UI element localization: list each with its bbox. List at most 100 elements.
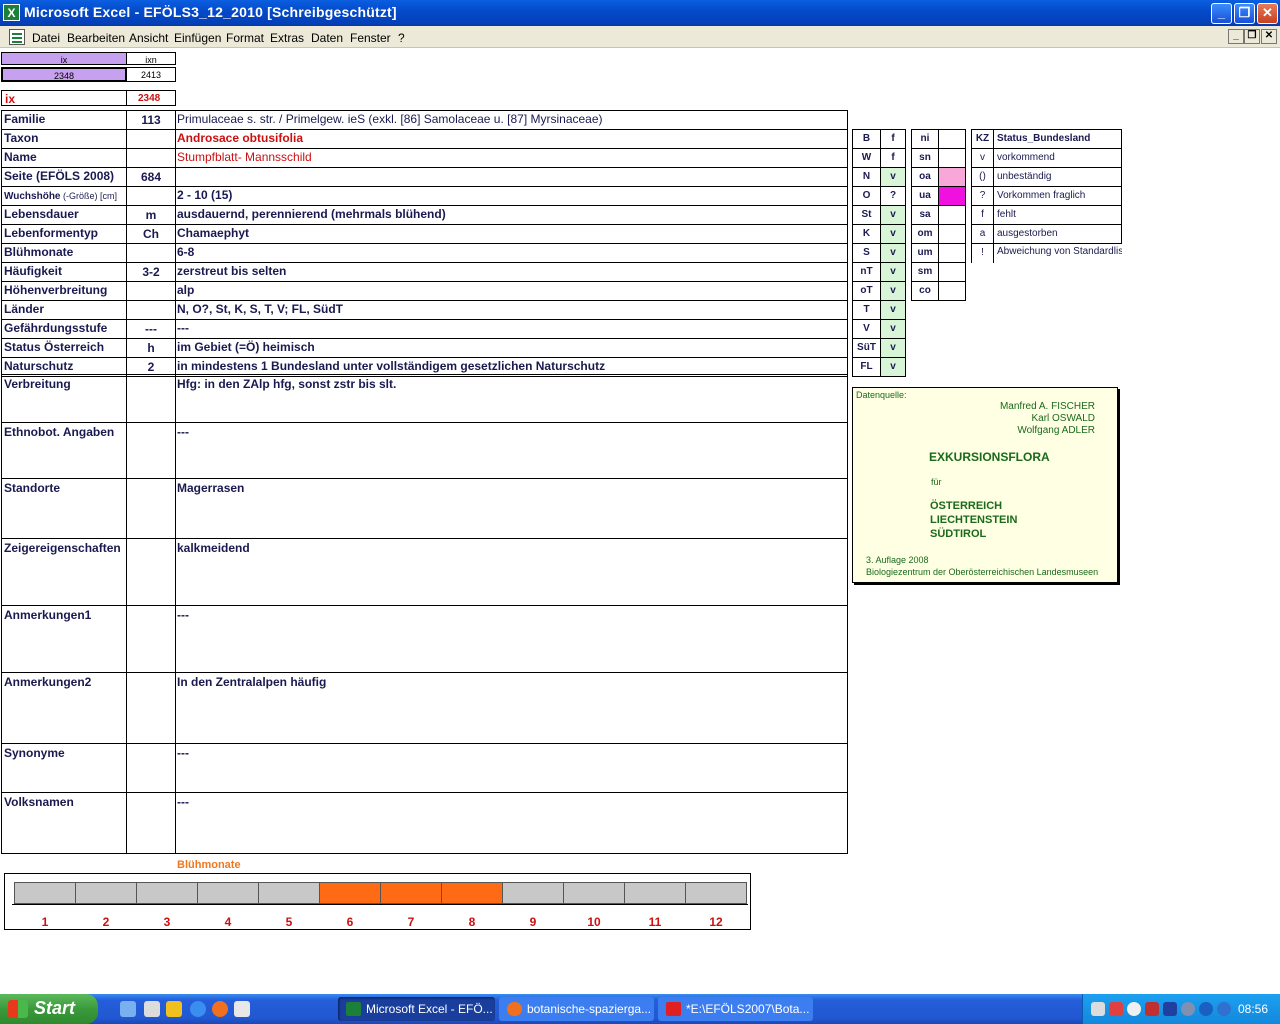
region-code[interactable]: um [911,243,939,263]
region-color-cell[interactable] [938,281,966,301]
menu-ansicht[interactable]: Ansicht [129,31,168,45]
close-button[interactable]: ✕ [1257,3,1278,24]
region-code[interactable]: ua [911,186,939,206]
row-label[interactable]: Taxon [1,129,127,149]
worksheet[interactable]: ix ixn 2348 2413 ix 2348 Familie 113 Primu… [0,49,1280,991]
state-code[interactable]: O [852,186,881,206]
row-label[interactable]: Name [1,148,127,168]
region-color-cell[interactable] [938,262,966,282]
menu-datei[interactable]: Datei [32,31,60,45]
tall-row-label[interactable]: Synonyme [1,743,127,793]
row-label[interactable]: Häufigkeit [1,262,127,282]
tall-row-value[interactable]: --- [175,605,848,673]
restore-button[interactable]: ❐ [1234,3,1255,24]
excel-app-icon[interactable]: X [3,4,20,21]
state-code[interactable]: oT [852,281,881,301]
state-status[interactable]: f [880,148,906,168]
antivirus-icon[interactable] [1145,1002,1159,1016]
ix-header[interactable]: ix [1,52,127,65]
quicklaunch-network-icon[interactable] [144,1001,160,1017]
menu-fenster[interactable]: Fenster [350,31,391,45]
tall-row-value[interactable]: kalkmeidend [175,538,848,606]
tall-row-code[interactable] [126,672,176,744]
ix-red-label[interactable]: ix [1,90,127,106]
row-value[interactable]: ausdauernd, perennierend (mehrmals blühe… [175,205,848,225]
row-label[interactable]: Blühmonate [1,243,127,263]
region-color-cell[interactable] [938,205,966,225]
menu-help[interactable]: ? [398,31,405,45]
region-code[interactable]: sa [911,205,939,225]
state-status[interactable]: v [880,281,906,301]
tall-row-label[interactable]: Volksnamen [1,792,127,854]
shield-icon[interactable] [1163,1002,1177,1016]
region-color-cell[interactable] [938,167,966,187]
state-code[interactable]: SüT [852,338,881,358]
tall-row-code[interactable] [126,374,176,423]
region-color-cell[interactable] [938,224,966,244]
task-firefox[interactable]: botanische-spazierga... [499,997,654,1021]
row-code[interactable]: 113 [126,110,176,130]
workbook-close-button[interactable]: ✕ [1261,29,1277,44]
workbook-restore-button[interactable]: ❐ [1244,29,1260,44]
menu-einfuegen[interactable]: Einfügen [174,31,221,45]
workbook-icon[interactable] [9,29,25,45]
row-code[interactable] [126,300,176,320]
region-color-cell[interactable] [938,129,966,149]
row-value[interactable]: 2 - 10 (15) [175,186,848,206]
state-code[interactable]: V [852,319,881,339]
tall-row-value[interactable]: Hfg: in den ZAlp hfg, sonst zstr bis slt… [175,374,848,423]
tall-row-code[interactable] [126,792,176,854]
minimize-button[interactable]: _ [1211,3,1232,24]
row-code[interactable]: --- [126,319,176,339]
row-label[interactable]: Familie [1,110,127,130]
start-button[interactable]: Start [0,994,98,1024]
row-code[interactable] [126,129,176,149]
tall-row-value[interactable]: --- [175,422,848,479]
state-status[interactable]: v [880,224,906,244]
row-code[interactable]: 684 [126,167,176,187]
volume-icon[interactable] [1217,1002,1231,1016]
row-label[interactable]: Lebensdauer [1,205,127,225]
row-value[interactable] [175,167,848,187]
ixn-value-cell[interactable]: 2413 [126,67,176,82]
ix-red-value[interactable]: 2348 [126,90,176,106]
row-code[interactable] [126,281,176,301]
security-icon[interactable] [1109,1002,1123,1016]
tall-row-label[interactable]: Verbreitung [1,374,127,423]
region-code[interactable]: sn [911,148,939,168]
region-color-cell[interactable] [938,186,966,206]
menu-daten[interactable]: Daten [311,31,343,45]
row-label[interactable]: Gefährdungsstufe [1,319,127,339]
ix-value-cell[interactable]: 2348 [1,67,127,82]
state-code[interactable]: N [852,167,881,187]
tall-row-code[interactable] [126,538,176,606]
row-value[interactable]: --- [175,319,848,339]
state-code[interactable]: FL [852,357,881,377]
region-code[interactable]: sm [911,262,939,282]
menu-extras[interactable]: Extras [270,31,304,45]
tall-row-value[interactable]: In den Zentralalpen häufig [175,672,848,744]
region-color-cell[interactable] [938,148,966,168]
region-code[interactable]: oa [911,167,939,187]
row-value[interactable]: Androsace obtusifolia [175,129,848,149]
state-status[interactable]: v [880,167,906,187]
state-code[interactable]: nT [852,262,881,282]
tall-row-label[interactable]: Anmerkungen2 [1,672,127,744]
row-value[interactable]: Stumpfblatt- Mannsschild [175,148,848,168]
quicklaunch-app-icon[interactable] [234,1001,250,1017]
state-code[interactable]: S [852,243,881,263]
row-code[interactable] [126,148,176,168]
tall-row-label[interactable]: Standorte [1,478,127,539]
tall-row-value[interactable]: --- [175,743,848,793]
row-code[interactable]: m [126,205,176,225]
row-label[interactable]: Status Österreich [1,338,127,358]
row-label[interactable]: Seite (EFÖLS 2008) [1,167,127,187]
tall-row-label[interactable]: Zeigereigenschaften [1,538,127,606]
row-value[interactable]: Primulaceae s. str. / Primelgew. ieS (ex… [175,110,848,130]
row-value[interactable]: im Gebiet (=Ö) heimisch [175,338,848,358]
update-icon[interactable] [1181,1002,1195,1016]
row-value[interactable]: N, O?, St, K, S, T, V; FL, SüdT [175,300,848,320]
workbook-minimize-button[interactable]: _ [1228,29,1244,44]
search-icon[interactable] [1127,1002,1141,1016]
quicklaunch-ie-icon[interactable] [190,1001,206,1017]
